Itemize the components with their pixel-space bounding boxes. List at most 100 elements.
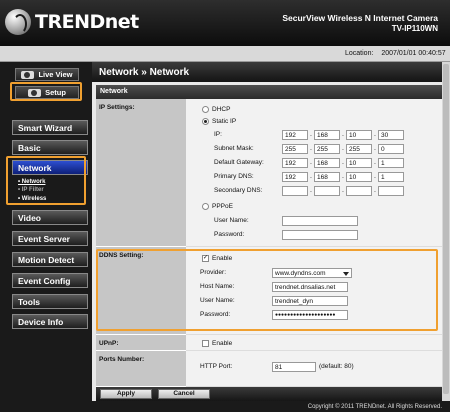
upnp-enable-checkbox[interactable] <box>202 340 209 347</box>
ip-octet-4[interactable]: 30 <box>378 130 404 140</box>
menu-smart-wizard[interactable]: Smart Wizard <box>12 120 88 135</box>
page-title: Network » Network <box>92 62 442 82</box>
gateway-octet-4[interactable]: 1 <box>378 158 404 168</box>
dns2-octet-1[interactable] <box>282 186 308 196</box>
main-content: Network » Network Network IP Settings: D… <box>92 62 450 412</box>
dot: . <box>342 187 344 194</box>
host-name-input[interactable]: trendnet.dnsalias.net <box>272 282 348 292</box>
ip-octet-3[interactable]: 10 <box>346 130 372 140</box>
pppoe-password-input[interactable] <box>282 230 358 240</box>
settings-panel: IP Settings: DHCP Static IP IP: 192 . 16… <box>96 99 442 387</box>
product-model: TV-IP110WN <box>391 24 438 33</box>
header: TRENDnet SecurView Wireless N Internet C… <box>0 0 450 46</box>
menu-label: Event Server <box>18 233 70 244</box>
gateway-label: Default Gateway: <box>214 159 264 166</box>
dns2-octet-4[interactable] <box>378 186 404 196</box>
secondary-dns-label: Secondary DNS: <box>214 187 263 194</box>
submenu-ip-filter[interactable]: • IP Filter <box>18 187 44 193</box>
submenu-network[interactable]: • Network <box>18 179 45 185</box>
dns1-octet-4[interactable]: 1 <box>378 172 404 182</box>
dns2-octet-3[interactable] <box>346 186 372 196</box>
dot: . <box>342 159 344 166</box>
menu-label: Basic <box>18 142 41 153</box>
dot: . <box>342 131 344 138</box>
provider-select[interactable]: www.dyndns.com <box>272 268 352 278</box>
dns1-octet-1[interactable]: 192 <box>282 172 308 182</box>
dns1-octet-2[interactable]: 168 <box>314 172 340 182</box>
dot: . <box>374 173 376 180</box>
section-header: Network <box>96 85 442 99</box>
dhcp-label: DHCP <box>212 106 231 113</box>
dns1-octet-3[interactable]: 10 <box>346 172 372 182</box>
menu-device-info[interactable]: Device Info <box>12 314 88 329</box>
ddns-enable-checkbox[interactable]: ✓ <box>202 255 209 262</box>
pppoe-label: PPPoE <box>212 203 233 210</box>
pppoe-username-input[interactable] <box>282 216 358 226</box>
action-bar: Apply Cancel <box>96 387 442 401</box>
upnp-label: UPnP: <box>96 335 186 351</box>
dot: . <box>374 131 376 138</box>
setup-button[interactable]: Setup <box>15 86 79 99</box>
location-bar: Location: 2007/01/01 00:40:57 <box>0 46 450 62</box>
dot: . <box>310 145 312 152</box>
menu-label: Video <box>18 212 41 223</box>
ddns-label: DDNS Setting: <box>96 247 186 335</box>
cancel-button[interactable]: Cancel <box>158 389 210 399</box>
provider-label: Provider: <box>200 269 227 276</box>
http-port-label: HTTP Port: <box>200 363 233 370</box>
static-ip-radio[interactable] <box>202 118 209 125</box>
ddns-pass-label: Password: <box>200 311 231 318</box>
mask-octet-4[interactable]: 0 <box>378 144 404 154</box>
ip-settings-label: IP Settings: <box>96 99 186 247</box>
ddns-username-input[interactable]: trendnet_dyn <box>272 296 348 306</box>
upnp-enable-label: Enable <box>212 340 233 347</box>
chevron-down-icon <box>343 272 349 276</box>
menu-video[interactable]: Video <box>12 210 88 225</box>
product-title: SecurView Wireless N Internet Camera <box>282 13 438 23</box>
http-port-input[interactable]: 81 <box>272 362 316 372</box>
dns2-octet-2[interactable] <box>314 186 340 196</box>
apply-button[interactable]: Apply <box>100 389 152 399</box>
http-port-default: (default: 80) <box>319 363 354 370</box>
live-view-label: Live View <box>38 70 73 79</box>
trendnet-logo: TRENDnet <box>5 8 139 36</box>
location-info: Location: 2007/01/01 00:40:57 <box>345 50 446 57</box>
ports-values: HTTP Port: 81 (default: 80) <box>186 351 442 387</box>
eye-icon <box>21 70 35 79</box>
ip-octet-2[interactable]: 168 <box>314 130 340 140</box>
scrollbar[interactable] <box>442 62 450 401</box>
dot: . <box>310 159 312 166</box>
gateway-octet-2[interactable]: 168 <box>314 158 340 168</box>
ddns-user-label: User Name: <box>200 297 235 304</box>
mask-octet-2[interactable]: 255 <box>314 144 340 154</box>
menu-network[interactable]: Network <box>12 160 88 175</box>
dhcp-radio[interactable] <box>202 106 209 113</box>
menu-label: Motion Detect <box>18 254 75 265</box>
gateway-octet-3[interactable]: 10 <box>346 158 372 168</box>
submenu-wireless[interactable]: • Wireless <box>18 196 46 202</box>
menu-motion-detect[interactable]: Motion Detect <box>12 252 88 267</box>
ddns-enable-label: Enable <box>212 255 233 262</box>
ip-settings-values: DHCP Static IP IP: 192 . 168 . 10 . 30 S… <box>186 99 442 247</box>
static-ip-label: Static IP <box>212 118 237 125</box>
menu-basic[interactable]: Basic <box>12 140 88 155</box>
scrollbar-thumb[interactable] <box>443 64 449 394</box>
pppoe-radio[interactable] <box>202 203 209 210</box>
logo-icon <box>5 9 31 35</box>
datetime: 2007/01/01 00:40:57 <box>381 50 446 57</box>
menu-event-config[interactable]: Event Config <box>12 273 88 288</box>
menu-event-server[interactable]: Event Server <box>12 231 88 246</box>
upnp-values: Enable <box>186 335 442 351</box>
ip-label: IP: <box>214 131 222 138</box>
provider-value: www.dyndns.com <box>275 270 326 277</box>
ip-octet-1[interactable]: 192 <box>282 130 308 140</box>
menu-tools[interactable]: Tools <box>12 294 88 309</box>
menu-label: Device Info <box>18 316 64 327</box>
live-view-button[interactable]: Live View <box>15 68 79 81</box>
primary-dns-label: Primary DNS: <box>214 173 254 180</box>
gateway-octet-1[interactable]: 192 <box>282 158 308 168</box>
mask-octet-1[interactable]: 255 <box>282 144 308 154</box>
mask-octet-3[interactable]: 255 <box>346 144 372 154</box>
ddns-password-input[interactable]: ●●●●●●●●●●●●●●●●●●●● <box>272 310 348 320</box>
dot: . <box>310 131 312 138</box>
